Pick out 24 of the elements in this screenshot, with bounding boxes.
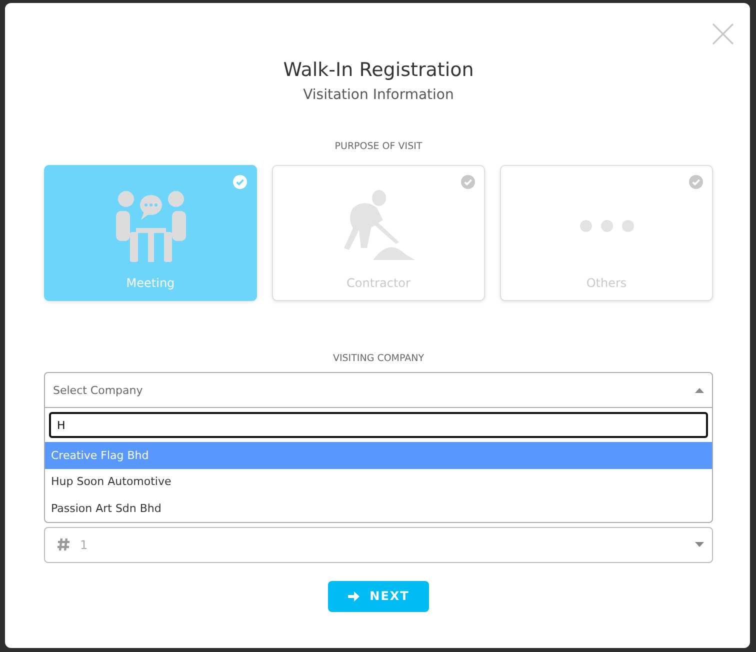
close-button[interactable] — [712, 23, 734, 45]
caret-icon — [695, 388, 704, 392]
company-option[interactable]: Hup Soon Automotive — [45, 468, 712, 495]
close-icon — [712, 23, 734, 45]
company-option[interactable]: Creative Flag Bhd — [45, 442, 712, 468]
search-field[interactable]: H — [49, 412, 708, 438]
meeting-icon — [116, 190, 186, 262]
purpose-card[interactable]: Meeting — [44, 165, 257, 301]
section-label: PURPOSE OF VISIT — [334, 141, 424, 152]
company-select[interactable]: Select Company — [45, 373, 712, 408]
dialog-subtitle: Visitation Information — [302, 87, 455, 103]
ellipsis-icon — [578, 219, 634, 233]
section-label: VISITING COMPANY — [332, 353, 426, 364]
visitor-count-select[interactable]: 1 — [44, 526, 713, 562]
hash-icon — [57, 538, 70, 551]
company-option[interactable]: Passion Art Sdn Bhd — [45, 495, 712, 522]
worker-shoveling-icon — [342, 190, 414, 262]
check-icon — [233, 175, 247, 189]
check-icon — [461, 175, 475, 189]
dialog-title: Walk-In Registration — [282, 59, 475, 81]
check-icon — [689, 175, 703, 189]
next-button[interactable]: NEXT — [328, 580, 430, 612]
caret-icon — [695, 542, 704, 547]
arrow-right-icon — [348, 590, 360, 602]
